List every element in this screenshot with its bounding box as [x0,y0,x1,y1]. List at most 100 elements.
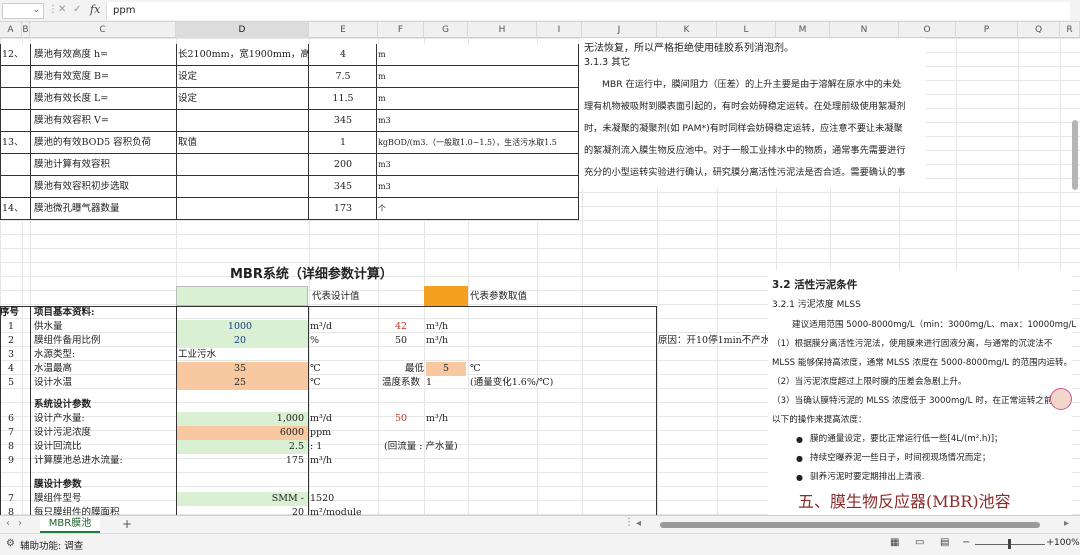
doc-bullet-line: 持续空曝养泥一些日子，时间视现场情况而定； [810,453,991,463]
zoom-slider-thumb[interactable] [1008,539,1011,549]
row-value[interactable]: 345 [310,180,376,194]
grid-line [0,220,1080,221]
row-value[interactable]: 200 [310,158,376,172]
cell-border [176,110,177,132]
horizontal-scrollbar[interactable] [660,522,1040,528]
row-value-input[interactable]: 2.5 [176,440,308,454]
zoom-level[interactable]: 100% [1054,538,1080,548]
column-header-j[interactable]: J [582,22,657,38]
doc-paragraph-line: 时，未凝聚的凝聚剂(如 PAM*)有时同样会妨碍稳定运转，应注意不要让未凝聚 [584,123,903,134]
zoom-out-icon[interactable]: − [962,537,970,548]
cell-border [30,176,31,198]
cell-border [30,44,31,66]
row-number: 13、 [2,137,24,148]
cell-border [656,306,657,515]
fx-button[interactable]: fx [90,3,100,16]
doc-paragraph-line: 理有机物被吸附到膜表面引起的，有时会妨碍稳定运转。在处理前级使用絮凝剂 [584,101,906,112]
column-header-i[interactable]: I [537,22,582,38]
cell-border [30,88,31,110]
column-header-d[interactable]: D [176,22,309,38]
row-value-input[interactable]: 20 [176,506,308,515]
row-value-input[interactable]: 35 [176,362,308,376]
cell-border [0,88,1,110]
row-value[interactable]: 345 [310,114,376,128]
next-sheet-icon[interactable]: › [18,518,22,529]
column-header-c[interactable]: C [30,22,176,38]
chevron-down-icon[interactable]: ⌄ [32,5,40,15]
row-label: 膜池有效长度 L= [34,93,109,104]
sheet-tab-label: MBR膜池 [48,518,92,529]
cell-border [578,176,579,198]
column-header-f[interactable]: F [378,22,424,38]
column-header-p[interactable]: P [956,22,1018,38]
formula-input[interactable]: ppm [106,2,1070,20]
row-value-input[interactable]: 1,000 [176,412,308,426]
column-header-g[interactable]: G [424,22,468,38]
row-value[interactable]: 7.5 [310,70,376,84]
grid-line [0,248,1080,249]
column-header-l[interactable]: L [717,22,776,38]
row-value-input[interactable]: 25 [176,376,308,390]
prev-sheet-icon[interactable]: ‹ [6,518,10,529]
cancel-icon[interactable]: ✕ [58,4,66,15]
legend-design-label: 代表设计值 [312,291,360,302]
avatar[interactable] [1050,388,1072,410]
row-label: 膜池微孔曝气器数量 [34,203,120,214]
row-value-2: 42 [394,321,408,332]
row-value-input[interactable]: 6000 [176,426,308,440]
add-sheet-button[interactable]: + [122,517,132,531]
accessibility-status[interactable]: 辅助功能: 调查 [20,538,83,552]
column-header-o[interactable]: O [899,22,956,38]
row-label: 每只膜组件的膜面积 [34,507,120,515]
page-break-icon[interactable]: ▤ [940,537,949,548]
row-value-input[interactable]: SMM - [176,492,308,506]
row-value-2: 最低 [404,363,424,374]
column-header-e[interactable]: E [309,22,378,38]
row-value-input[interactable]: 175 [176,454,308,468]
normal-view-icon[interactable]: ▦ [890,537,899,548]
row-value[interactable]: 173 [310,202,376,216]
name-box[interactable]: ⌄ [2,3,44,19]
row-label: 膜池的有效BOD5 容积负荷 [34,137,152,148]
row-seq: 3 [8,349,15,360]
cell-border [308,176,309,198]
row-value-input[interactable]: 工业污水 [178,348,216,362]
vertical-scrollbar[interactable] [1072,120,1078,190]
column-header-q[interactable]: Q [1018,22,1060,38]
row-unit-3: (通量变化1.6%/℃) [470,377,554,388]
column-header-m[interactable]: M [776,22,830,38]
legend-param-swatch [424,286,468,306]
scroll-right-icon[interactable]: ▸ [1064,518,1069,529]
doc-paragraph-line: （2）当污泥浓度超过上限时膜的压差会急剧上升。 [772,377,967,387]
row-value[interactable]: 4 [310,48,376,62]
row-value-input[interactable]: 1000 [176,320,308,334]
row-note: 取值 [178,137,198,148]
sheet-tab-mbr[interactable]: MBR膜池 [40,516,100,533]
column-header-b[interactable]: B [22,22,30,38]
row-unit: m [378,72,386,81]
row-value-2: 50 [394,413,408,424]
worksheet-grid[interactable]: 12、膜池有效高度 h=长2100mm，宽1900mm，高2000mm4m膜池有… [0,38,1080,515]
page-layout-icon[interactable]: ▭ [915,537,924,548]
cell-border [0,306,1,515]
column-header-k[interactable]: K [657,22,717,38]
accessibility-icon: ⚙ [6,538,15,549]
row-label: 膜池计算有效容积 [34,159,111,170]
cell-border [30,110,31,132]
column-header-h[interactable]: H [468,22,537,38]
row-unit: m3 [378,160,391,169]
column-header-n[interactable]: N [830,22,899,38]
row-label: 设计回流比 [34,441,82,452]
row-value-input[interactable]: 20 [176,334,308,348]
column-header-r[interactable]: R [1060,22,1080,38]
row-value[interactable]: 11.5 [310,92,376,106]
column-header-a[interactable]: A [0,22,22,38]
confirm-icon[interactable]: ✓ [73,4,81,15]
row-seq: 8 [8,507,15,515]
scroll-left-icon[interactable]: ◂ [636,518,641,529]
cell-border [376,154,377,176]
formula-text: ppm [113,5,136,16]
row-unit: m³/h [310,455,333,466]
row-value[interactable]: 1 [310,136,376,150]
row-note: 长2100mm，宽1900mm，高2000mm [178,49,308,60]
